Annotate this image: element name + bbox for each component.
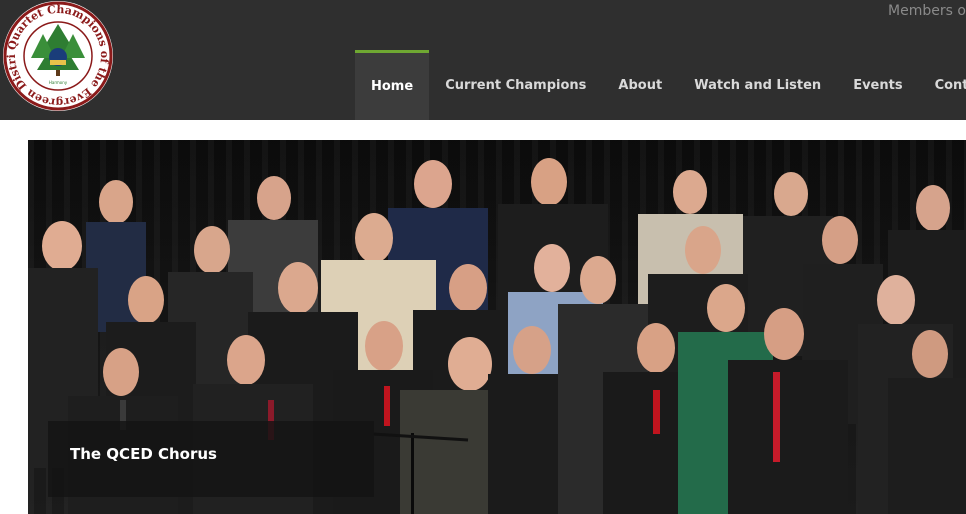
slide-caption-title: The QCED Chorus xyxy=(70,445,217,463)
members-link[interactable]: Members or xyxy=(888,3,966,19)
slide-caption: The QCED Chorus xyxy=(48,421,374,497)
hero-slider[interactable]: The QCED Chorus xyxy=(28,140,966,514)
nav-watch-and-listen[interactable]: Watch and Listen xyxy=(678,50,837,120)
nav-events[interactable]: Events xyxy=(837,50,918,120)
logo-seal-icon: Quartet Champions of the Evergreen Distr… xyxy=(0,0,113,111)
nav-home[interactable]: Home xyxy=(355,50,430,120)
nav-about[interactable]: About xyxy=(602,50,678,120)
main-nav: Home Current Champions About Watch and L… xyxy=(355,50,966,120)
nav-current-champions[interactable]: Current Champions xyxy=(429,50,602,120)
svg-text:Harmony: Harmony xyxy=(49,80,68,85)
site-header: Quartet Champions of the Evergreen Distr… xyxy=(0,0,966,120)
nav-contact[interactable]: Contact xyxy=(919,50,966,120)
qced-logo[interactable]: Quartet Champions of the Evergreen Distr… xyxy=(0,0,115,112)
